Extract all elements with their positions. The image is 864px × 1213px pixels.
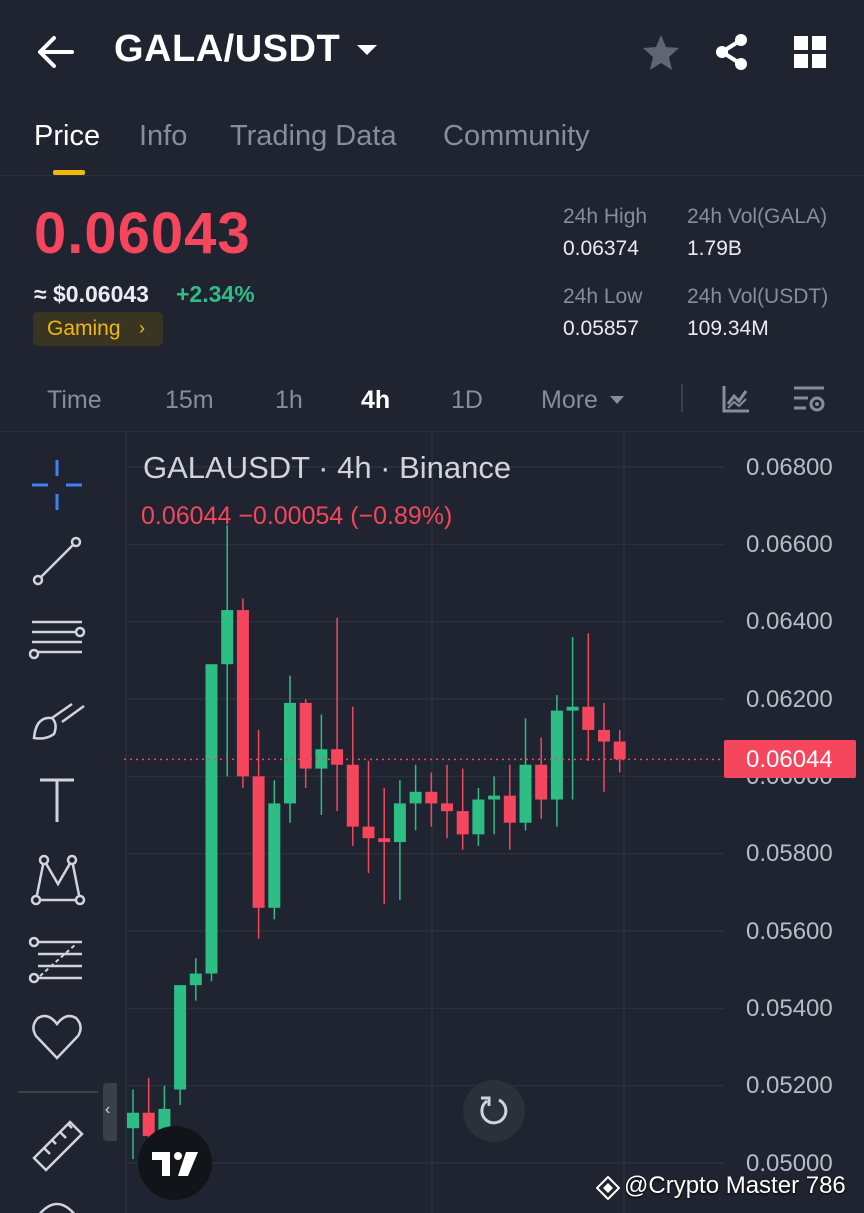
interval-4h[interactable]: 4h [361, 386, 390, 415]
y-tick-label: 0.06800 [746, 454, 833, 481]
stat-vol-quote-label: 24h Vol(USDT) [687, 285, 829, 308]
candle-body [362, 826, 375, 839]
interval-1h[interactable]: 1h [275, 386, 303, 415]
y-tick-label: 0.06200 [746, 686, 833, 713]
tab-info[interactable]: Info [139, 120, 187, 153]
candle-body [252, 776, 265, 908]
diamond-logo-icon [596, 1176, 620, 1200]
back-arrow-icon[interactable] [36, 34, 76, 70]
candle-body [456, 811, 469, 835]
candle-body [582, 706, 595, 730]
y-tick-label: 0.06400 [746, 608, 833, 635]
chevron-right-icon: › [139, 318, 145, 338]
candle-body [503, 795, 516, 823]
divider [681, 384, 683, 412]
candle-body [613, 741, 626, 760]
candle-body [284, 702, 296, 804]
candle-body [566, 706, 579, 711]
fiat-price: ≈ $0.06043 [34, 281, 149, 307]
brush-icon[interactable] [28, 694, 86, 752]
indicator-icon[interactable] [719, 382, 753, 416]
interval-bar: Time 15m 1h 4h 1D More [0, 370, 864, 432]
reset-icon [480, 1096, 508, 1125]
y-tick-label: 0.05400 [746, 995, 833, 1022]
candle-body [441, 803, 453, 812]
candle-body [519, 764, 532, 823]
candle-body [393, 803, 406, 843]
y-tick-label: 0.06600 [746, 531, 833, 558]
tab-community[interactable]: Community [443, 120, 590, 153]
tab-price[interactable]: Price [34, 120, 100, 153]
current-price-tag: 0.06044 [724, 740, 856, 778]
watermark: @Crypto Master 786 [596, 1172, 846, 1200]
star-icon[interactable] [641, 32, 681, 72]
caret-down-icon[interactable] [355, 42, 379, 58]
interval-15m[interactable]: 15m [165, 386, 214, 415]
pattern-icon[interactable] [28, 852, 86, 910]
stat-low-value: 0.05857 [563, 317, 639, 340]
text-icon[interactable] [28, 772, 86, 830]
pair-title[interactable]: GALA/USDT [114, 28, 340, 71]
active-tab-indicator [53, 170, 85, 175]
candle-body [378, 838, 391, 843]
tradingview-logo[interactable] [138, 1126, 212, 1200]
candlestick-chart[interactable] [0, 432, 864, 1213]
trend-line-icon[interactable] [28, 532, 86, 590]
caret-down-icon [610, 396, 624, 404]
favorite-icon[interactable] [28, 1008, 86, 1066]
stat-vol-base-value: 1.79B [687, 237, 742, 260]
category-tag[interactable]: Gaming › [33, 312, 163, 346]
top-bar: GALA/USDT [0, 0, 864, 100]
candle-body [205, 664, 218, 974]
watermark-text: @Crypto Master 786 [624, 1172, 846, 1199]
ruler-icon[interactable] [28, 1116, 86, 1174]
y-tick-label: 0.05200 [746, 1072, 833, 1099]
candle-body [331, 749, 344, 765]
interval-1d[interactable]: 1D [451, 386, 483, 415]
stat-low-label: 24h Low [563, 285, 643, 308]
section-tabs: Price Info Trading Data Community [0, 110, 864, 176]
fib-icon[interactable] [28, 932, 86, 990]
candle-body [535, 764, 548, 800]
interval-time[interactable]: Time [47, 386, 102, 415]
candle-body [598, 729, 610, 742]
last-price: 0.06043 [34, 201, 251, 266]
stat-high-value: 0.06374 [563, 237, 639, 260]
grid-icon[interactable] [790, 32, 830, 72]
toolbar-divider [18, 1091, 98, 1093]
reset-chart-button[interactable] [463, 1080, 525, 1142]
candle-body [425, 791, 438, 804]
more-tools-icon[interactable] [34, 1198, 80, 1213]
stat-vol-base-label: 24h Vol(GALA) [687, 205, 828, 228]
stat-vol-quote-value: 109.34M [687, 317, 769, 340]
candle-body [189, 973, 202, 986]
y-tick-label: 0.05600 [746, 918, 833, 945]
chart-area[interactable]: GALAUSDT · 4h · Binance 0.06044 −0.00054… [0, 432, 864, 1213]
share-icon[interactable] [712, 32, 752, 72]
candle-body [221, 610, 234, 665]
crosshair-icon[interactable] [28, 456, 86, 514]
toolbar-collapse-button[interactable]: ‹ [103, 1083, 117, 1141]
candle-body [236, 610, 249, 777]
candle-body [409, 791, 422, 804]
category-tag-label: Gaming [47, 317, 121, 340]
tradingview-icon [152, 1152, 198, 1176]
horizontal-lines-icon[interactable] [28, 612, 86, 670]
chart-legend: 0.06044 −0.00054 (−0.89%) [141, 502, 453, 530]
interval-more[interactable]: More [541, 386, 598, 415]
stat-high-label: 24h High [563, 205, 648, 228]
candle-body [488, 795, 501, 800]
candle-body [127, 1112, 139, 1129]
candle-body [346, 764, 359, 827]
chart-settings-icon[interactable] [792, 382, 826, 416]
price-change: +2.34% [176, 281, 255, 307]
candle-body [268, 803, 281, 908]
candle-body [472, 799, 485, 835]
candle-body [550, 710, 563, 800]
tab-trading-data[interactable]: Trading Data [230, 120, 397, 153]
y-tick-label: 0.05800 [746, 840, 833, 867]
chart-title: GALAUSDT · 4h · Binance [143, 450, 512, 485]
candle-body [174, 985, 187, 1090]
